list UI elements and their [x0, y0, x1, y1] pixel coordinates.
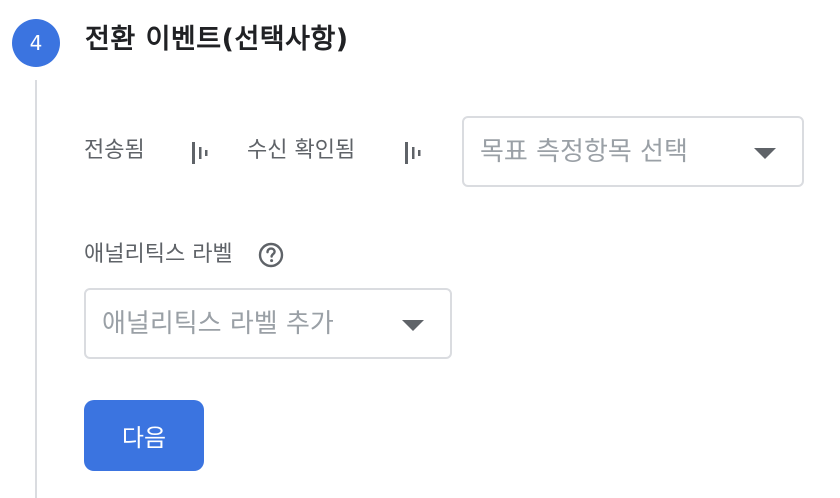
- help-icon[interactable]: [258, 242, 284, 268]
- step-number: 4: [29, 31, 43, 55]
- chevron-down-icon: [754, 148, 776, 159]
- next-button[interactable]: 다음: [84, 400, 204, 471]
- goal-metric-select[interactable]: 목표 측정항목 선택: [462, 116, 804, 187]
- signal-pipe-icon: [405, 142, 421, 164]
- received-label: 수신 확인됨: [247, 138, 356, 163]
- signal-pipe-icon: [192, 142, 208, 164]
- analytics-label: 애널리틱스 라벨: [84, 242, 233, 267]
- chevron-down-icon: [402, 320, 424, 331]
- step-connector-line: [35, 80, 37, 498]
- step-title: 전환 이벤트(선택사항): [85, 24, 349, 55]
- goal-metric-placeholder: 목표 측정항목 선택: [480, 136, 688, 167]
- step-number-badge: 4: [12, 19, 60, 67]
- analytics-label-placeholder: 애널리틱스 라벨 추가: [102, 308, 334, 339]
- sent-label: 전송됨: [84, 138, 145, 163]
- analytics-label-select[interactable]: 애널리틱스 라벨 추가: [84, 288, 452, 359]
